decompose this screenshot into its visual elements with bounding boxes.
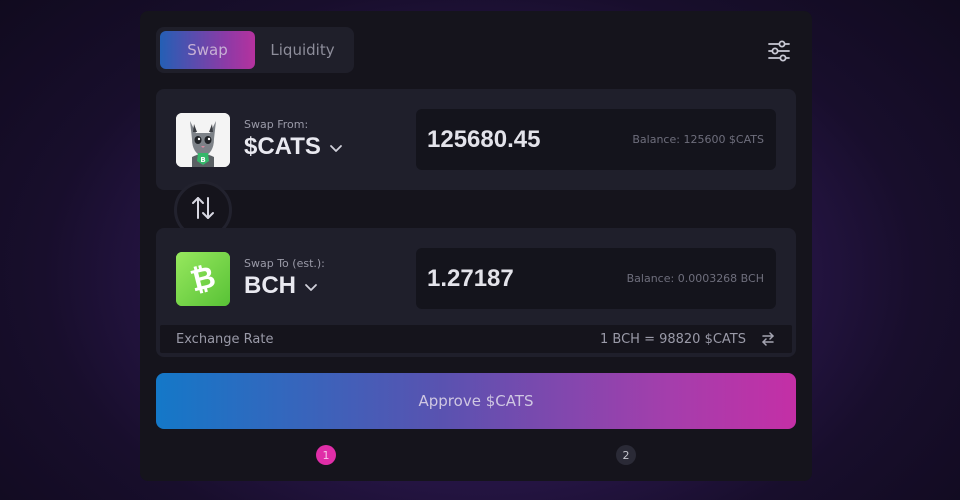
swap-vertical-arrows-icon [190, 194, 216, 226]
mode-tabs: Swap Liquidity [156, 27, 354, 73]
exchange-rate-value: 1 BCH = 98820 $CATS [599, 331, 746, 347]
swap-to-token-name: BCH [244, 272, 296, 299]
swap-card: Swap Liquidity B Swap From: $CATS 125680… [140, 11, 812, 481]
bitcoin-cash-logo: ₿ [176, 252, 230, 306]
swap-from-amount-box: Balance: 125600 $CATS [416, 109, 776, 170]
swap-to-token-select[interactable]: BCH [244, 272, 318, 300]
exchange-rate-row: Exchange Rate 1 BCH = 98820 $CATS [160, 325, 792, 353]
swap-from-amount-input[interactable] [416, 109, 616, 170]
swap-to-amount-input[interactable] [416, 248, 616, 309]
cat-token-logo: B [176, 113, 230, 167]
tab-liquidity[interactable]: Liquidity [255, 31, 350, 69]
swap-from-balance: Balance: 125600 $CATS [632, 133, 764, 146]
swap-from-token-select[interactable]: $CATS [244, 133, 343, 161]
exchange-rate-label: Exchange Rate [176, 331, 274, 347]
chevron-down-icon [329, 133, 343, 161]
swap-to-panel: ₿ Swap To (est.): BCH Balance: 0.0003268… [156, 228, 796, 357]
approve-button[interactable]: Approve $CATS [156, 373, 796, 429]
svg-text:B: B [200, 156, 205, 164]
swap-from-panel: B Swap From: $CATS Balance: 125600 $CATS [156, 89, 796, 190]
swap-to-amount-box: Balance: 0.0003268 BCH [416, 248, 776, 309]
sliders-icon[interactable] [766, 38, 792, 64]
chevron-down-icon [304, 272, 318, 300]
step-indicator-1: 1 [316, 445, 336, 465]
swap-horizontal-arrows-icon[interactable] [760, 332, 776, 346]
swap-to-balance: Balance: 0.0003268 BCH [626, 272, 764, 285]
swap-from-token-name: $CATS [244, 133, 321, 160]
swap-from-label: Swap From: [244, 118, 309, 131]
step-indicator-2: 2 [616, 445, 636, 465]
tab-swap[interactable]: Swap [160, 31, 255, 69]
swap-to-label: Swap To (est.): [244, 257, 325, 270]
